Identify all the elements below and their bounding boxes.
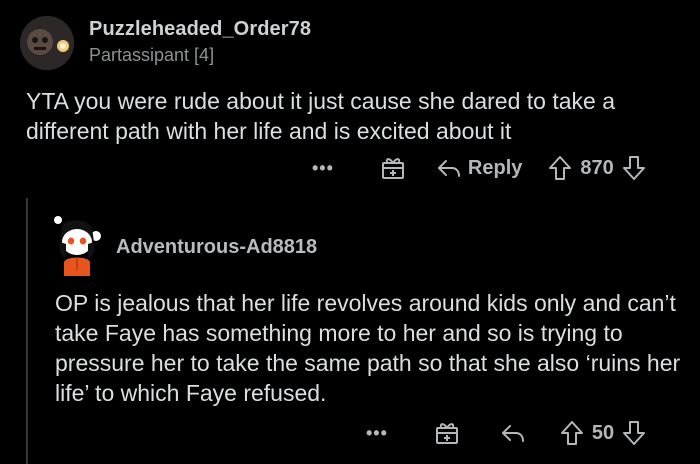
comment-actions: ••• Reply 870 [312, 152, 646, 184]
downvote-icon[interactable] [622, 155, 646, 181]
comment-actions: ••• 50 [366, 417, 646, 449]
avatar[interactable] [20, 16, 74, 70]
avatar[interactable] [48, 212, 104, 276]
reply-icon[interactable] [500, 422, 526, 444]
vote-controls: 870 [548, 155, 645, 181]
downvote-icon[interactable] [622, 420, 646, 446]
reply-icon [436, 157, 462, 179]
comment-body: YTA you were rude about it just cause sh… [26, 88, 615, 144]
avatar-image [20, 16, 74, 70]
thread-line[interactable] [26, 198, 28, 464]
avatar-image [54, 216, 101, 276]
vote-score: 870 [580, 156, 614, 179]
more-button[interactable]: ••• [366, 423, 388, 444]
upvote-icon[interactable] [560, 420, 584, 446]
vote-controls: 50 [560, 420, 646, 446]
upvote-icon[interactable] [548, 155, 572, 181]
reply-button[interactable]: Reply [436, 157, 522, 180]
reply-label: Reply [467, 156, 523, 179]
award-icon[interactable] [434, 420, 460, 446]
username[interactable]: Adventurous-Ad8818 [116, 236, 317, 259]
user-flair: Partassipant [4] [89, 45, 215, 65]
comment-body: OP is jealous that her life revolves aro… [55, 290, 681, 406]
more-button[interactable]: ••• [312, 158, 334, 179]
username[interactable]: Puzzleheaded_Order78 [89, 18, 311, 41]
award-icon[interactable] [380, 155, 406, 181]
vote-score: 50 [591, 421, 615, 444]
